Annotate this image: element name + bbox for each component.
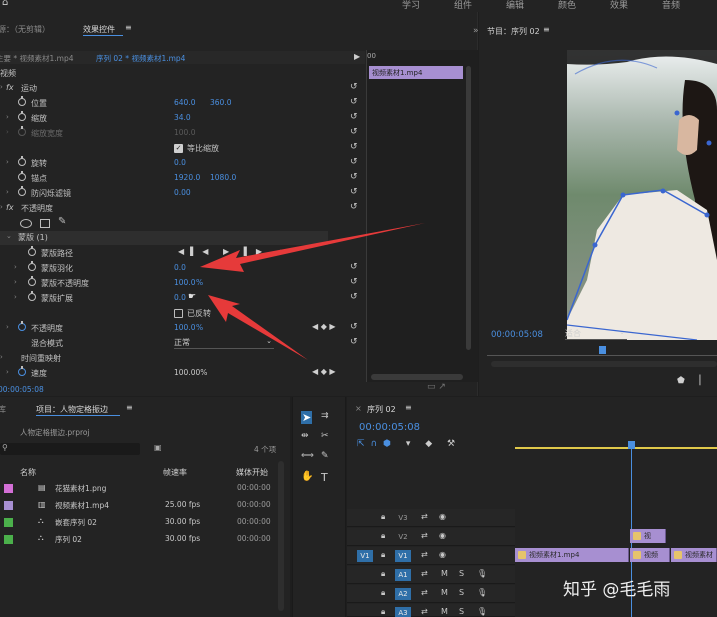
watermark: 知乎 @毛毛雨 [563, 580, 671, 600]
annotation-arrows [200, 223, 425, 360]
red-arrow-feather [200, 223, 425, 272]
red-arrow-expand [208, 295, 308, 360]
